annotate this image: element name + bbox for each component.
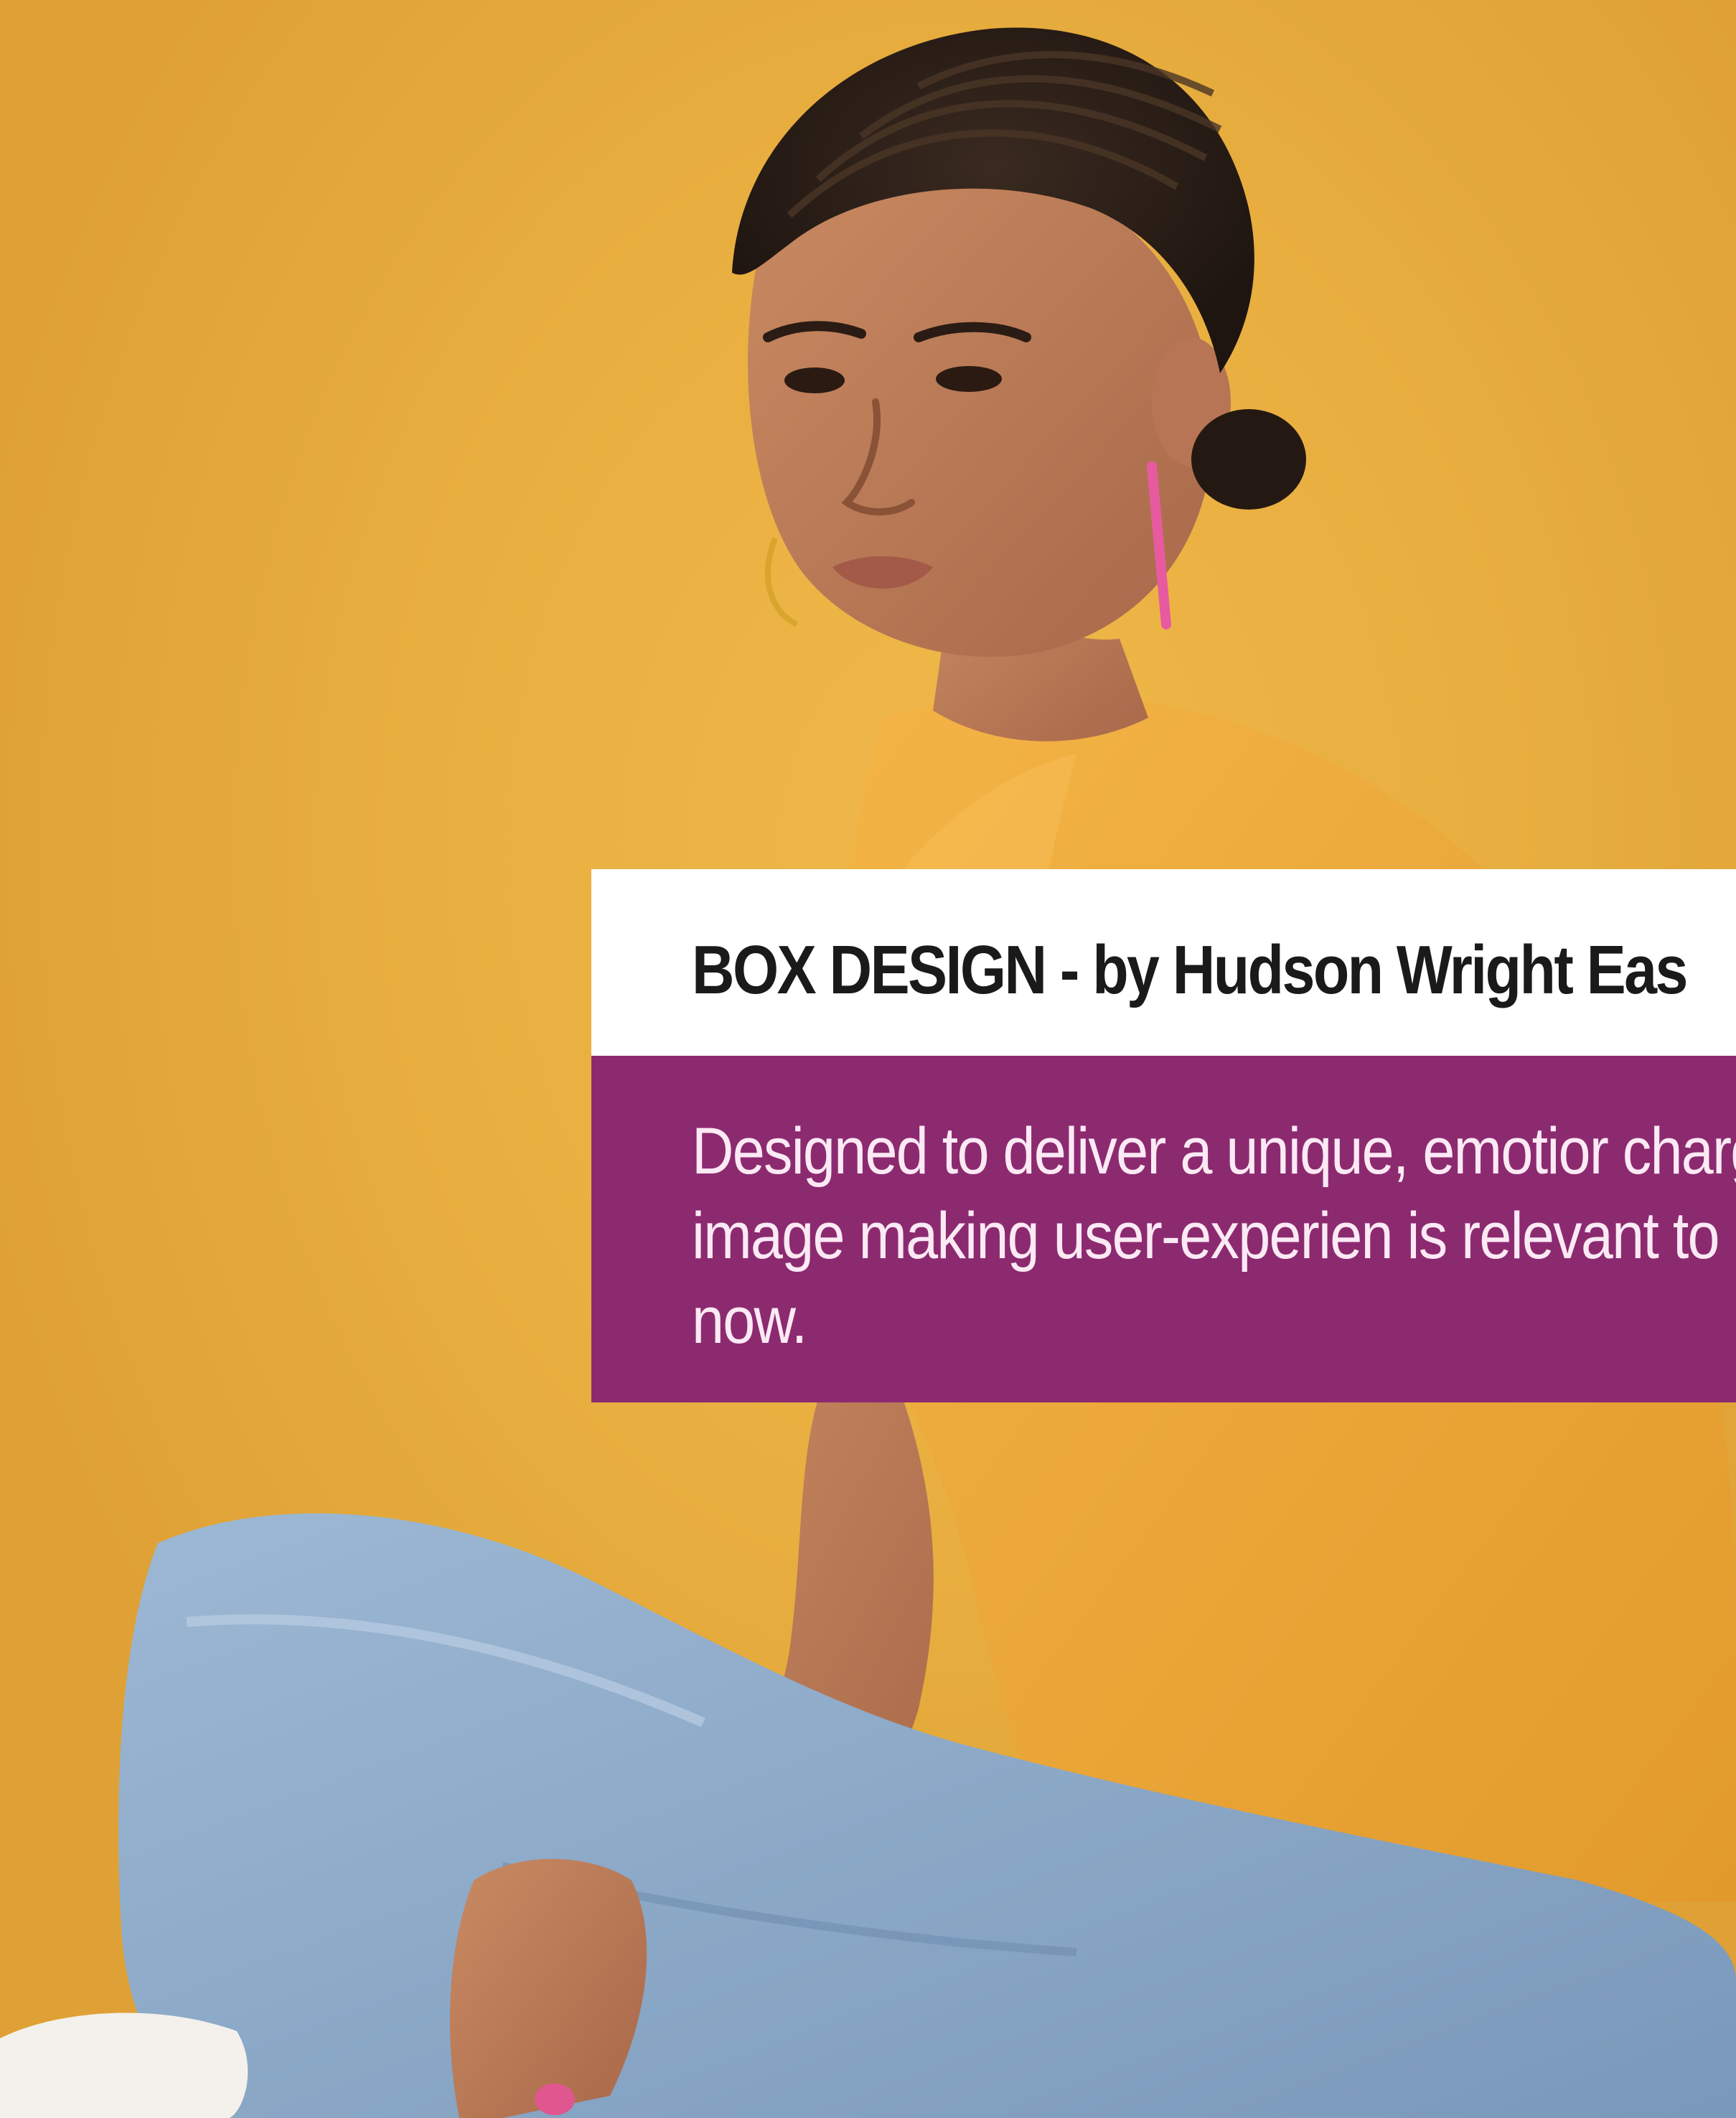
eye-left bbox=[784, 367, 845, 393]
caption-body-bar: Designed to deliver a unique, emotior ch… bbox=[591, 1056, 1736, 1402]
eye-right bbox=[936, 366, 1002, 392]
caption-title-bar: BOX DESIGN - by Hudson Wright Eas bbox=[591, 869, 1736, 1056]
caption-title: BOX DESIGN - by Hudson Wright Eas bbox=[692, 932, 1688, 1008]
photo-scene: BOX DESIGN - by Hudson Wright Eas Design… bbox=[0, 0, 1736, 2118]
caption-body: Designed to deliver a unique, emotior ch… bbox=[692, 1115, 1736, 1357]
hair-bun bbox=[1191, 409, 1306, 510]
caption-box: BOX DESIGN - by Hudson Wright Eas Design… bbox=[591, 869, 1736, 1402]
hand bbox=[449, 1859, 647, 2118]
nail bbox=[535, 2084, 575, 2115]
sock bbox=[0, 2012, 248, 2118]
